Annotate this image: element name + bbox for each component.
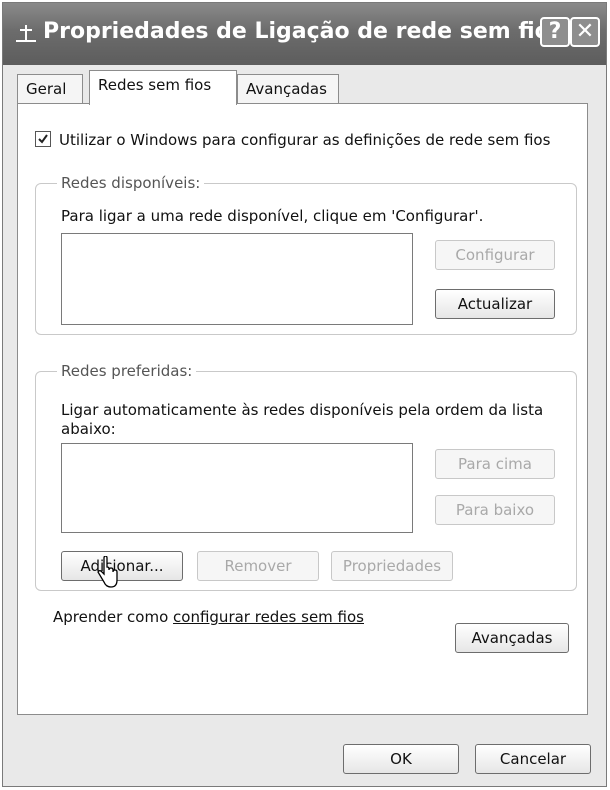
preferred-networks-description-line1: Ligar automaticamente às redes disponíve… xyxy=(61,401,544,419)
hand-cursor-icon xyxy=(97,556,118,588)
network-connection-icon xyxy=(16,25,36,42)
tab-geral[interactable]: Geral xyxy=(17,74,83,104)
configure-wireless-link[interactable]: configurar redes sem fios xyxy=(173,608,364,626)
cancel-button[interactable]: Cancelar xyxy=(475,744,591,774)
move-down-button[interactable]: Para baixo xyxy=(435,495,555,525)
close-icon: ✕ xyxy=(575,19,595,44)
learn-text: Aprender como configurar redes sem fios xyxy=(53,608,364,626)
advanced-button[interactable]: Avançadas xyxy=(455,623,569,653)
tab-avancadas[interactable]: Avançadas xyxy=(237,74,339,104)
preferred-networks-description-line2: abaixo: xyxy=(61,420,116,438)
title-bar[interactable]: Propriedades de Ligação de rede sem fios… xyxy=(3,3,606,65)
dialog-window: Propriedades de Ligação de rede sem fios… xyxy=(2,2,607,787)
configure-button[interactable]: Configurar xyxy=(435,240,555,270)
network-properties-button[interactable]: Propriedades xyxy=(331,551,453,581)
help-icon: ? xyxy=(548,19,562,44)
use-windows-checkbox[interactable] xyxy=(35,131,51,147)
use-windows-label: Utilizar o Windows para configurar as de… xyxy=(59,131,551,149)
preferred-networks-list[interactable] xyxy=(61,443,413,533)
available-networks-title: Redes disponíveis: xyxy=(57,174,205,192)
window-title: Propriedades de Ligação de rede sem fios… xyxy=(43,19,586,44)
refresh-button[interactable]: Actualizar xyxy=(435,289,555,319)
tab-redes-sem-fios[interactable]: Redes sem fios xyxy=(89,70,237,105)
ok-button[interactable]: OK xyxy=(343,744,459,774)
available-networks-description: Para ligar a uma rede disponível, clique… xyxy=(61,207,484,225)
learn-prefix: Aprender como xyxy=(53,608,174,626)
move-up-button[interactable]: Para cima xyxy=(435,449,555,479)
close-button[interactable]: ✕ xyxy=(570,17,600,47)
remove-network-button[interactable]: Remover xyxy=(197,551,319,581)
checkmark-icon xyxy=(38,134,48,144)
preferred-networks-title: Redes preferidas: xyxy=(57,362,197,380)
available-networks-list[interactable] xyxy=(61,233,413,325)
help-button[interactable]: ? xyxy=(540,17,570,47)
add-network-button[interactable]: Adicionar... xyxy=(61,551,183,581)
